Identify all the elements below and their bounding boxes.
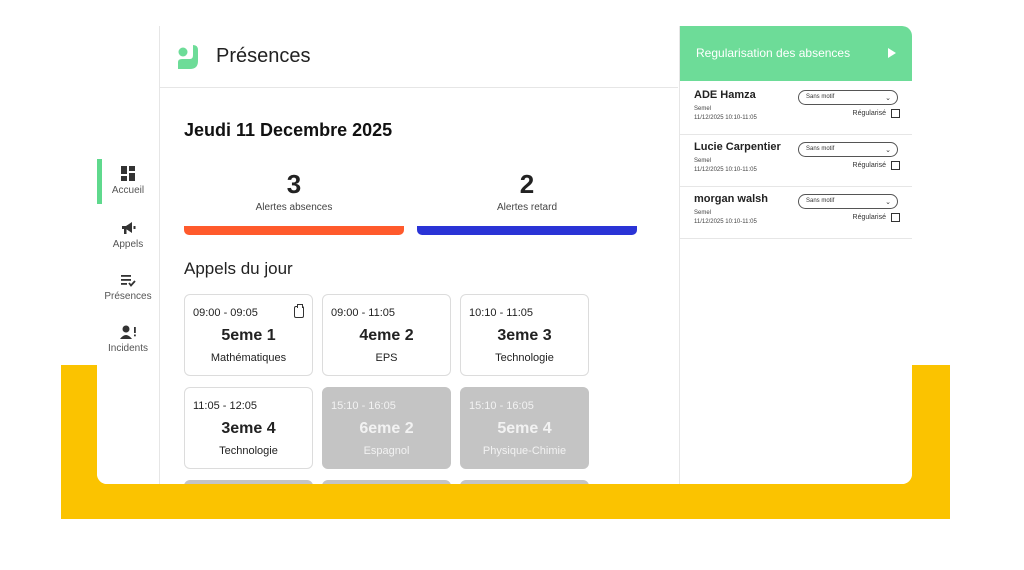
stat-label: Alertes retard [496, 202, 558, 213]
section-title: Appels du jour [184, 259, 293, 278]
sidebar-item-label: Accueil [111, 185, 145, 196]
motif-select[interactable]: Sans motif ⌄ [798, 90, 898, 105]
absence-time: 11/12/2025 10:10-11:05 [694, 219, 757, 225]
card-subject: Physique-Chimie [482, 445, 567, 457]
card-class: 3eme 4 [221, 420, 276, 437]
app-header: Présences [160, 26, 678, 88]
sidebar-item-label: Présences [104, 291, 152, 302]
card-subject: EPS [375, 352, 398, 364]
call-card-done[interactable] [322, 480, 451, 484]
chevron-down-icon: ⌄ [885, 95, 891, 102]
call-card-done[interactable]: 15:10 - 16:05 5eme 4 Physique-Chimie [460, 387, 589, 469]
regularisation-panel: Regularisation des absences ADE Hamza Se… [679, 26, 912, 484]
card-time: 11:05 - 12:05 [193, 400, 258, 412]
regularise-label: Régularisé [852, 110, 886, 117]
regularise-checkbox[interactable] [891, 109, 900, 118]
chevron-down-icon: ⌄ [885, 147, 891, 154]
student-meta: Semel [694, 158, 712, 164]
dashboard-icon [119, 166, 137, 182]
card-time: 09:00 - 11:05 [331, 307, 396, 319]
absence-item: ADE Hamza Semel 11/12/2025 10:10-11:05 S… [680, 82, 912, 135]
student-name: Lucie Carpentier [694, 141, 781, 153]
sidebar-item-appels[interactable]: Appels [97, 220, 159, 250]
call-card[interactable]: 09:00 - 11:05 4eme 2 EPS [322, 294, 451, 376]
sidebar-item-incidents[interactable]: Incidents [97, 324, 159, 354]
chevron-down-icon: ⌄ [885, 199, 891, 206]
stat-retard[interactable]: 2 Alertes retard [417, 168, 637, 213]
sidebar-item-label: Appels [112, 239, 144, 250]
stat-absences[interactable]: 3 Alertes absences [184, 168, 404, 213]
panel-title: Regularisation des absences [696, 46, 851, 60]
panel-header[interactable]: Regularisation des absences [680, 26, 912, 81]
megaphone-icon [119, 220, 137, 236]
motif-value: Sans motif [806, 94, 835, 100]
main-content: Présences Jeudi 11 Decembre 2025 3 Alert… [160, 26, 678, 484]
sidebar-item-presences[interactable]: Présences [97, 272, 159, 302]
card-class: 5eme 1 [221, 327, 276, 344]
card-time: 15:10 - 16:05 [469, 400, 534, 412]
motif-value: Sans motif [806, 146, 835, 152]
card-subject: Technologie [495, 352, 554, 364]
absence-time: 11/12/2025 10:10-11:05 [694, 115, 757, 121]
regularise-checkbox[interactable] [891, 213, 900, 222]
app-logo-icon [178, 45, 198, 69]
motif-select[interactable]: Sans motif ⌄ [798, 194, 898, 209]
app-window: Accueil Appels Présences Incidents Prése… [97, 26, 912, 484]
play-icon[interactable] [888, 48, 896, 58]
retard-bar [417, 226, 637, 235]
motif-select[interactable]: Sans motif ⌄ [798, 142, 898, 157]
student-name: ADE Hamza [694, 89, 756, 101]
card-subject: Technologie [219, 445, 278, 457]
card-time: 09:00 - 09:05 [193, 307, 258, 319]
card-subject: Mathématiques [210, 352, 287, 364]
student-meta: Semel [694, 210, 712, 216]
motif-value: Sans motif [806, 198, 835, 204]
student-name: morgan walsh [694, 193, 768, 205]
stat-value: 2 [519, 169, 535, 199]
card-class: 4eme 2 [359, 327, 414, 344]
list-check-icon [119, 272, 137, 288]
call-card-done[interactable] [460, 480, 589, 484]
call-card-done[interactable]: 15:10 - 16:05 6eme 2 Espagnol [322, 387, 451, 469]
card-class: 5eme 4 [497, 420, 552, 437]
regularise-label: Régularisé [852, 214, 886, 221]
card-class: 6eme 2 [359, 420, 414, 437]
call-card[interactable]: 09:00 - 09:05 5eme 1 Mathématiques [184, 294, 313, 376]
absence-item: Lucie Carpentier Semel 11/12/2025 10:10-… [680, 134, 912, 187]
call-card[interactable]: 11:05 - 12:05 3eme 4 Technologie [184, 387, 313, 469]
student-meta: Semel [694, 106, 712, 112]
absence-item: morgan walsh Semel 11/12/2025 10:10-11:0… [680, 186, 912, 239]
call-card-done[interactable] [184, 480, 313, 484]
card-class: 3eme 3 [497, 327, 552, 344]
stat-value: 3 [286, 169, 302, 199]
call-card[interactable]: 10:10 - 11:05 3eme 3 Technologie [460, 294, 589, 376]
regularise-label: Régularisé [852, 162, 886, 169]
date-heading: Jeudi 11 Decembre 2025 [184, 120, 393, 140]
sidebar: Accueil Appels Présences Incidents [97, 26, 160, 484]
card-time: 10:10 - 11:05 [469, 307, 534, 319]
stat-label: Alertes absences [255, 202, 333, 213]
clipboard-icon[interactable] [294, 304, 304, 318]
absence-time: 11/12/2025 10:10-11:05 [694, 167, 757, 173]
page-title: Présences [216, 45, 311, 67]
sidebar-item-label: Incidents [107, 343, 149, 354]
absences-bar [184, 226, 404, 235]
card-subject: Espagnol [363, 445, 410, 457]
sidebar-item-accueil[interactable]: Accueil [97, 166, 159, 196]
user-alert-icon [119, 324, 137, 340]
card-time: 15:10 - 16:05 [331, 400, 396, 412]
regularise-checkbox[interactable] [891, 161, 900, 170]
